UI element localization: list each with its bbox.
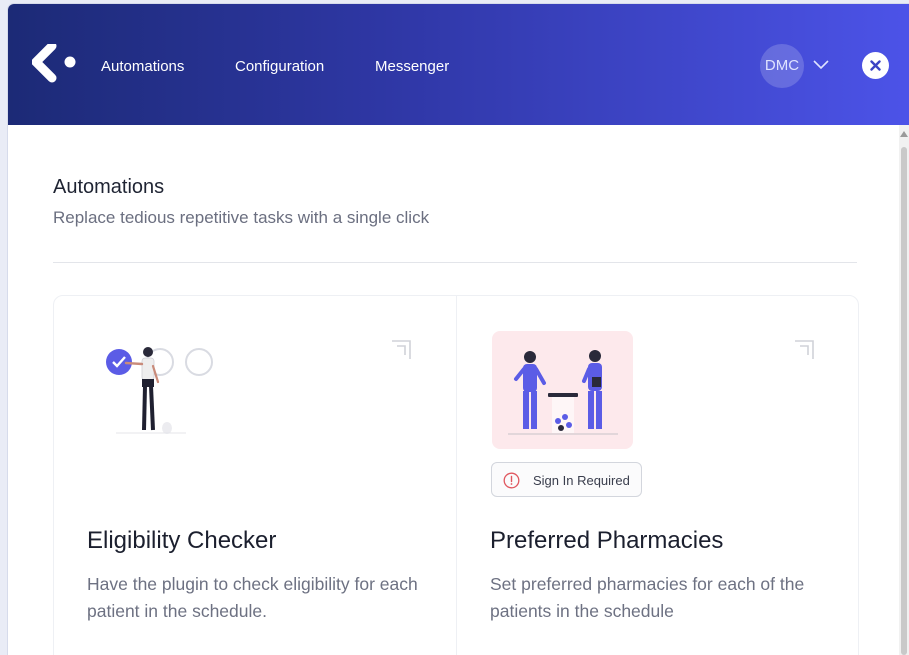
nav-messenger[interactable]: Messenger	[375, 58, 449, 75]
close-icon	[870, 60, 881, 71]
automation-card-eligibility-checker[interactable]: Eligibility Checker Have the plugin to c…	[53, 295, 457, 655]
checklist-person-illustration	[106, 347, 213, 434]
page-subtitle: Replace tedious repetitive tasks with a …	[53, 208, 430, 227]
section-divider	[53, 262, 857, 263]
close-button[interactable]	[862, 52, 889, 79]
scroll-up-icon[interactable]	[900, 131, 908, 137]
card-description: Have the plugin to check eligibility for…	[87, 574, 418, 621]
card-title: Preferred Pharmacies	[490, 527, 724, 554]
scrollbar-thumb[interactable]	[901, 147, 907, 655]
nav-configuration[interactable]: Configuration	[235, 58, 324, 75]
badge-label: Sign In Required	[533, 473, 630, 488]
pharmacists-illustration	[492, 331, 633, 449]
app-window: Automations Configuration Messenger DMC …	[8, 4, 909, 655]
sign-in-required-badge: Sign In Required	[491, 462, 642, 497]
page-title: Automations	[53, 176, 165, 198]
app-logo[interactable]	[32, 44, 80, 86]
user-avatar[interactable]: DMC	[760, 44, 804, 88]
alert-circle-icon	[503, 472, 520, 489]
nav-automations[interactable]: Automations	[101, 58, 184, 75]
top-navigation-bar: Automations Configuration Messenger DMC	[8, 4, 909, 125]
expand-icon[interactable]	[389, 339, 413, 361]
card-title: Eligibility Checker	[87, 527, 277, 554]
expand-icon[interactable]	[792, 339, 816, 361]
card-description: Set preferred pharmacies for each of the…	[490, 574, 805, 621]
vertical-scrollbar[interactable]	[899, 125, 909, 655]
chevron-down-icon[interactable]	[813, 60, 829, 70]
automation-card-preferred-pharmacies[interactable]: Sign In Required Preferred Pharmacies Se…	[456, 295, 859, 655]
